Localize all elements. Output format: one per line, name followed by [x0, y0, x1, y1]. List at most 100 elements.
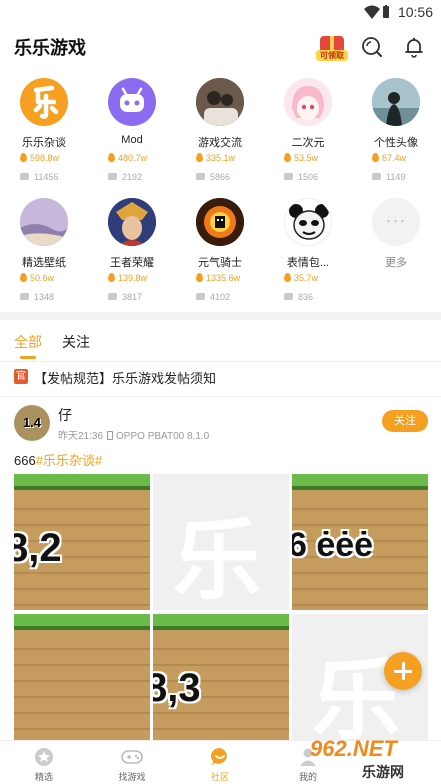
category-avatar [108, 78, 156, 126]
category-item-leletalk[interactable]: 乐乐杂谈 598.8w 11456 [0, 72, 88, 188]
category-name: 个性头像 [374, 137, 418, 149]
post-hashtag[interactable]: #乐乐杂谈# [36, 453, 102, 468]
category-hot: 1335.6w [196, 273, 240, 283]
category-item-wallpapers[interactable]: 精选壁纸 50.6w 1348 [0, 192, 88, 308]
category-item-more[interactable]: ··· 更多 [352, 192, 440, 308]
flame-icon [20, 153, 27, 162]
post-image[interactable]: 6 ėėė [292, 474, 428, 610]
category-avatar [284, 198, 332, 246]
category-name: 王者荣耀 [110, 257, 154, 269]
community-icon [211, 748, 227, 766]
post-text: 666#乐乐杂谈# [14, 450, 102, 469]
category-posts-value: 5866 [210, 172, 231, 182]
search-icon[interactable] [360, 35, 384, 59]
follow-button[interactable]: 关注 [382, 410, 428, 432]
tab-active-indicator [20, 356, 36, 359]
category-hot-value: 50.6w [30, 273, 55, 283]
comment-icon [284, 173, 293, 180]
post-image-grid: 8,2 乐 6 ėėė 8,3 乐 [14, 474, 428, 750]
flame-icon [108, 273, 115, 282]
section-divider [0, 312, 441, 320]
category-hot: 335.1w [196, 153, 235, 163]
more-dots: ··· [385, 210, 407, 230]
wood-texture [14, 634, 150, 750]
category-posts: 836 [284, 292, 313, 302]
category-hot: 50.6w [20, 273, 54, 283]
tab-follow[interactable]: 关注 [62, 332, 90, 352]
tab-all[interactable]: 全部 [14, 332, 42, 352]
status-bar: 10:56 [0, 0, 441, 24]
bell-icon[interactable] [402, 35, 426, 59]
hero-portrait [108, 198, 156, 246]
category-posts: 1506 [284, 172, 318, 182]
category-name: 表情包... [286, 257, 330, 269]
category-item-honor-of-kings[interactable]: 王者荣耀 139.8w 3817 [88, 192, 176, 308]
post-meta: 昨天21:36 OPPO PBAT00 8.1.0 [58, 427, 209, 442]
category-item-soul-knight[interactable]: 元气骑士 1335.6w 4102 [176, 192, 264, 308]
post-username[interactable]: 仔 [58, 405, 72, 425]
app-header: 乐乐游戏 可领取 [0, 24, 441, 70]
grass-strip [14, 474, 150, 490]
category-hot: 480.7w [108, 153, 147, 163]
nav-featured[interactable]: 精选 [0, 741, 88, 784]
status-time: 10:56 [397, 4, 433, 20]
post-image[interactable]: 8,3 [153, 614, 289, 750]
category-posts-value: 4102 [210, 292, 231, 302]
post-image-placeholder[interactable]: 乐 [153, 474, 289, 610]
category-name: 游戏交流 [198, 137, 242, 149]
category-avatar [108, 198, 156, 246]
flame-icon [20, 273, 27, 282]
flame-icon [196, 153, 203, 162]
category-hot-value: 335.1w [206, 153, 236, 163]
more-icon: ··· [372, 198, 420, 246]
post-image[interactable]: 8,2 [14, 474, 150, 610]
flame-icon [284, 153, 291, 162]
notice-text: 【发帖规范】乐乐游戏发帖须知 [34, 371, 217, 386]
landscape-photo [20, 198, 68, 246]
image-text: 8,3 [153, 666, 201, 710]
nav-community[interactable]: 社区 [176, 741, 264, 784]
post-image[interactable] [14, 614, 150, 750]
flame-icon [108, 153, 115, 162]
category-posts: 1348 [20, 292, 54, 302]
robot-icon [120, 87, 144, 112]
category-hot: 35.7w [284, 273, 318, 283]
placeholder-logo: 乐 [173, 511, 262, 610]
gamepad-icon [121, 750, 143, 764]
category-posts-value: 2192 [122, 172, 143, 182]
comment-icon [108, 293, 117, 300]
category-hot-value: 1335.6w [206, 273, 241, 283]
avatar[interactable]: 1.4 [14, 405, 50, 441]
category-item-avatars[interactable]: 个性头像 67.4w 1149 [352, 72, 440, 188]
category-hot-value: 35.7w [294, 273, 319, 283]
avatar-text: 1.4 [22, 415, 42, 430]
category-item-memes[interactable]: 表情包... 35.7w 836 [264, 192, 352, 308]
category-item-anime[interactable]: 二次元 53.5w 1506 [264, 72, 352, 188]
post-time: 昨天21:36 [58, 431, 104, 442]
category-item-game-talk[interactable]: 游戏交流 335.1w 5866 [176, 72, 264, 188]
silhouette-photo [372, 78, 420, 126]
gift-label: 可领取 [316, 50, 348, 61]
category-item-mod[interactable]: Mod 480.7w 2192 [88, 72, 176, 188]
category-posts-value: 1348 [34, 292, 55, 302]
category-hot-value: 139.8w [118, 273, 148, 283]
featured-icon [35, 748, 53, 766]
category-posts: 11456 [20, 172, 58, 182]
category-avatar [196, 78, 244, 126]
category-hot: 139.8w [108, 273, 147, 283]
category-hot-value: 67.4w [382, 153, 407, 163]
category-name: Mod [121, 134, 143, 146]
category-posts: 1149 [372, 172, 405, 182]
more-label: 更多 [385, 257, 407, 269]
gift-button[interactable]: 可领取 [316, 32, 348, 62]
official-badge: 官 [14, 369, 28, 384]
create-post-button[interactable] [384, 652, 422, 690]
watermark-sub: 乐游网 [362, 764, 404, 780]
image-text: 6 ėėė [292, 526, 374, 564]
comment-icon [372, 173, 381, 180]
grass-strip [14, 614, 150, 630]
category-hot-value: 53.5w [294, 153, 319, 163]
category-avatar [284, 78, 332, 126]
nav-find-games[interactable]: 找游戏 [88, 741, 176, 784]
category-name: 二次元 [291, 137, 325, 149]
